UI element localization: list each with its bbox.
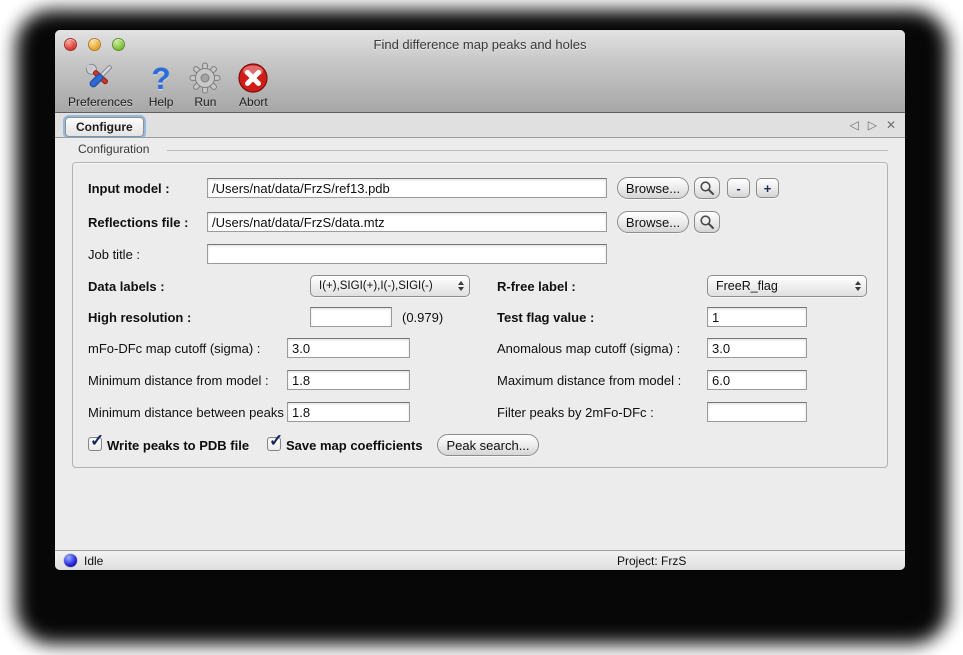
input-model-label: Input model : — [88, 181, 170, 196]
dropdown-stepper-icon — [453, 281, 469, 291]
input-model-browse-button[interactable]: Browse... — [617, 177, 689, 199]
abort-label: Abort — [239, 95, 268, 109]
reflections-view-button[interactable] — [694, 211, 720, 233]
min-dist-peaks-field[interactable] — [287, 402, 410, 422]
reflections-file-label: Reflections file : — [88, 215, 188, 230]
tab-close-icon[interactable]: ✕ — [886, 118, 896, 132]
input-model-field[interactable] — [207, 178, 607, 198]
group-divider — [167, 150, 888, 151]
data-labels-value: I(+),SIGI(+),I(-),SIGI(-) — [311, 280, 453, 292]
r-free-label-label: R-free label : — [497, 279, 576, 294]
save-map-label: Save map coefficients — [286, 438, 423, 453]
tab-navigation: ◁ ▷ ✕ — [849, 118, 896, 132]
run-gear-icon — [189, 58, 221, 94]
job-title-field[interactable] — [207, 244, 607, 264]
checkmark-icon: ✓ — [90, 431, 104, 451]
preferences-button[interactable]: Preferences — [68, 58, 133, 109]
filter-2mfodfc-label: Filter peaks by 2mFo-DFc : — [497, 405, 654, 420]
preferences-label: Preferences — [68, 95, 133, 109]
toolbar: Preferences ? Help — [68, 58, 269, 109]
r-free-label-value: FreeR_flag — [708, 279, 850, 293]
tab-configure-label: Configure — [76, 120, 133, 134]
tab-strip: Configure ◁ ▷ ✕ — [55, 113, 905, 138]
help-button[interactable]: ? Help — [149, 58, 174, 109]
peak-search-button[interactable]: Peak search... — [437, 434, 539, 456]
max-dist-model-field[interactable] — [707, 370, 807, 390]
tab-next-arrow-icon[interactable]: ▷ — [868, 118, 877, 132]
min-dist-model-label: Minimum distance from model : — [88, 373, 269, 388]
configuration-group-label: Configuration — [78, 142, 149, 156]
run-label: Run — [194, 95, 216, 109]
data-labels-label: Data labels : — [88, 279, 165, 294]
abort-button[interactable]: Abort — [237, 58, 269, 109]
tab-configure[interactable]: Configure — [65, 117, 144, 137]
status-orb-icon — [64, 554, 77, 567]
min-dist-peaks-label: Minimum distance between peaks : — [88, 405, 291, 420]
r-free-label-dropdown[interactable]: FreeR_flag — [707, 275, 867, 297]
filter-2mfodfc-field[interactable] — [707, 402, 807, 422]
mfodfc-cutoff-field[interactable] — [287, 338, 410, 358]
preferences-tools-icon — [82, 58, 118, 94]
test-flag-value-label: Test flag value : — [497, 310, 594, 325]
mfodfc-cutoff-label: mFo-DFc map cutoff (sigma) : — [88, 341, 260, 356]
write-peaks-checkbox[interactable]: ✓ — [88, 437, 102, 451]
anomalous-cutoff-label: Anomalous map cutoff (sigma) : — [497, 341, 680, 356]
search-icon — [699, 180, 715, 196]
min-dist-model-field[interactable] — [287, 370, 410, 390]
abort-stop-icon — [237, 58, 269, 94]
dropdown-stepper-icon — [850, 281, 866, 291]
help-question-icon: ? — [152, 58, 171, 94]
checkmark-icon: ✓ — [269, 431, 283, 451]
input-model-add-button[interactable]: + — [756, 178, 779, 198]
job-title-label: Job title : — [88, 247, 140, 262]
write-peaks-label: Write peaks to PDB file — [107, 438, 249, 453]
high-resolution-label: High resolution : — [88, 310, 191, 325]
high-resolution-field[interactable] — [310, 307, 392, 327]
project-label: Project: FrzS — [617, 554, 686, 568]
tab-prev-arrow-icon[interactable]: ◁ — [849, 118, 858, 132]
anomalous-cutoff-field[interactable] — [707, 338, 807, 358]
test-flag-value-field[interactable] — [707, 307, 807, 327]
app-window: Find difference map peaks and holes — [55, 30, 905, 570]
high-resolution-hint: (0.979) — [402, 310, 443, 325]
save-map-checkbox[interactable]: ✓ — [267, 437, 281, 451]
status-bar: Idle Project: FrzS — [55, 550, 905, 570]
help-label: Help — [149, 95, 174, 109]
reflections-file-field[interactable] — [207, 212, 607, 232]
input-model-view-button[interactable] — [694, 177, 720, 199]
max-dist-model-label: Maximum distance from model : — [497, 373, 681, 388]
window-header: Find difference map peaks and holes — [55, 30, 905, 113]
input-model-remove-button[interactable]: - — [727, 178, 750, 198]
configuration-panel: Configuration Input model : Browse... - … — [55, 138, 905, 550]
reflections-browse-button[interactable]: Browse... — [617, 211, 689, 233]
search-icon — [699, 214, 715, 230]
window-title: Find difference map peaks and holes — [55, 37, 905, 52]
status-text: Idle — [84, 554, 103, 568]
run-button[interactable]: Run — [189, 58, 221, 109]
data-labels-dropdown[interactable]: I(+),SIGI(+),I(-),SIGI(-) — [310, 275, 470, 297]
